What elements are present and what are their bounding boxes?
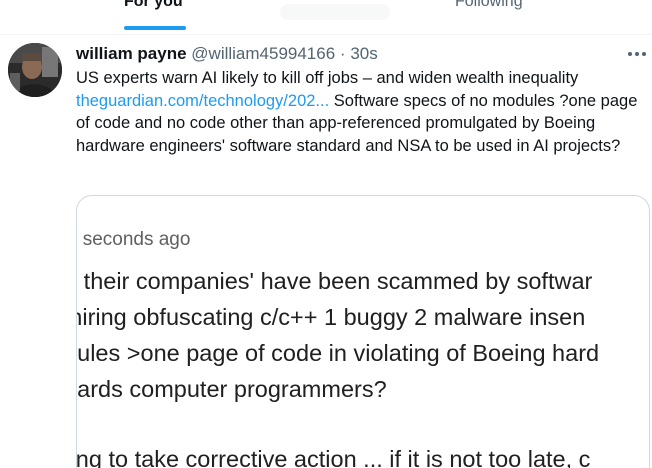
timeline-page: For you Following william payne @william… xyxy=(0,0,652,468)
more-horizontal-icon[interactable] xyxy=(626,46,648,62)
tab-for-you[interactable]: For you xyxy=(124,0,183,12)
media-line: ndards computer programmers? xyxy=(76,376,387,402)
author-handle[interactable]: @william45994166 xyxy=(191,44,335,63)
user-avatar-icon xyxy=(8,43,62,97)
tweet-text: US experts warn AI likely to kill off jo… xyxy=(76,67,642,157)
tweet-timestamp[interactable]: 30s xyxy=(350,44,377,63)
media-line: ng their companies' have been scammed by… xyxy=(76,268,593,294)
timeline-tabs: For you Following xyxy=(0,0,652,35)
tab-following[interactable]: Following xyxy=(455,0,523,12)
tab-hover-highlight xyxy=(280,4,390,20)
tweet-header: william payne @william45994166 · 30s xyxy=(76,43,636,65)
media-time: e 0 seconds ago xyxy=(77,229,191,250)
active-tab-indicator xyxy=(124,26,186,30)
tweet-text-headline: US experts warn AI likely to kill off jo… xyxy=(76,69,579,87)
author-name[interactable]: william payne xyxy=(76,44,187,63)
media-card[interactable]: e 0 seconds ago ng their companies' have… xyxy=(76,195,650,468)
separator-dot: · xyxy=(339,44,351,63)
media-line: rying to take corrective action ... if i… xyxy=(76,446,591,468)
media-line: s hiring obfuscating c/c++ 1 buggy 2 mal… xyxy=(76,304,586,330)
avatar[interactable] xyxy=(8,43,62,97)
article-link[interactable]: theguardian.com/technology/202... xyxy=(76,92,329,110)
media-line: odules >one page of code in violating of… xyxy=(76,340,600,366)
